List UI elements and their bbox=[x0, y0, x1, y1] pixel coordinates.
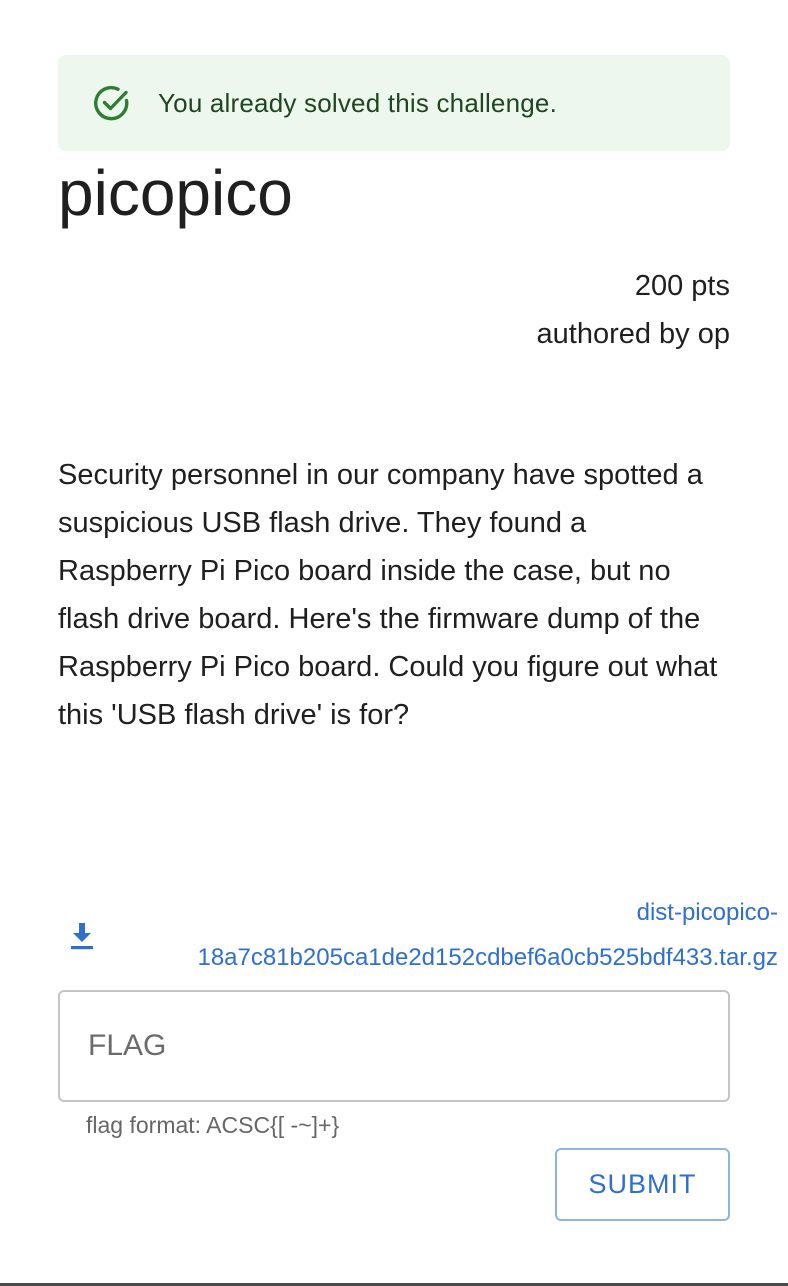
challenge-meta: 200 pts authored by op bbox=[537, 262, 730, 358]
challenge-page: You already solved this challenge. picop… bbox=[0, 0, 788, 1286]
solved-message: You already solved this challenge. bbox=[158, 87, 557, 118]
challenge-author: authored by op bbox=[536, 318, 730, 350]
challenge-description: Security personnel in our company have s… bbox=[58, 459, 718, 731]
flag-field[interactable] bbox=[58, 990, 730, 1102]
flag-format-helper: flag format: ACSC{[ -~]+} bbox=[86, 1112, 340, 1138]
challenge-title: picopico bbox=[58, 157, 293, 229]
submit-button[interactable]: SUBMIT bbox=[555, 1148, 730, 1221]
attachment-filename-line1: dist-picopico- bbox=[636, 899, 778, 926]
challenge-points: 200 pts bbox=[634, 270, 730, 302]
download-icon[interactable] bbox=[68, 920, 96, 952]
check-circle-icon bbox=[92, 83, 132, 123]
flag-input[interactable] bbox=[88, 992, 698, 1100]
attachment-download-link[interactable]: dist-picopico- 18a7c81b205ca1de2d152cdbe… bbox=[197, 890, 778, 980]
attachment-row[interactable]: dist-picopico- 18a7c81b205ca1de2d152cdbe… bbox=[58, 890, 788, 980]
attachment-filename-line2: 18a7c81b205ca1de2d152cdbef6a0cb525bdf433… bbox=[197, 944, 778, 971]
solved-alert: You already solved this challenge. bbox=[58, 55, 730, 151]
